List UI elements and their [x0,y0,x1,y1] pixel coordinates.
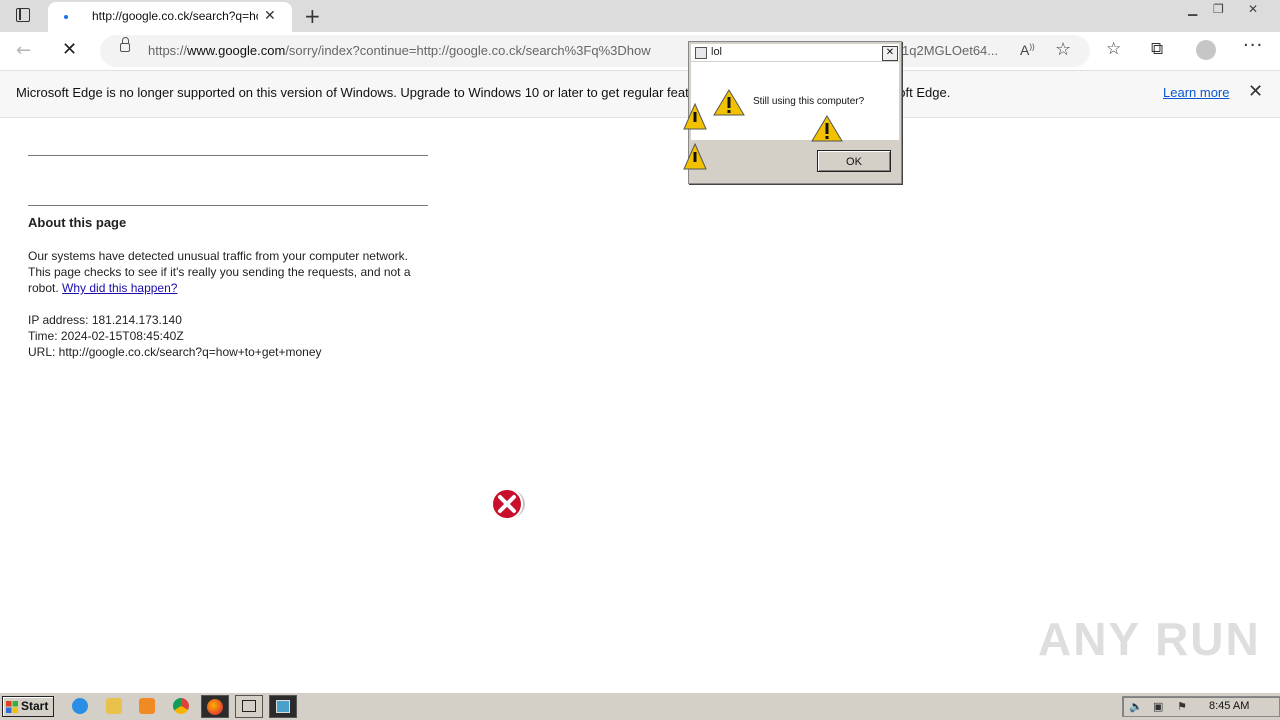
ip-address: IP address: 181.214.173.140 [28,313,182,327]
tab-title: http://google.co.ck/search?q=how+to+get+… [92,9,258,23]
infobar-message: Microsoft Edge is no longer supported on… [16,85,951,100]
dialog-title: lol [711,46,723,58]
read-aloud-icon[interactable]: A)) [1020,42,1035,58]
minimize-icon[interactable]: ▁ [1188,0,1197,18]
url-tail: 1q2MGLOet64... [902,43,999,58]
dialog-body: Still using this computer? [691,62,899,142]
unusual-traffic-paragraph: Our systems have detected unusual traffi… [28,248,428,296]
about-heading: About this page [28,215,127,230]
browser-tab[interactable]: http://google.co.ck/search?q=how+to+get+… [48,2,292,32]
collections-icon[interactable]: ⧉ [1151,39,1163,59]
volume-icon[interactable]: 🔈 [1129,700,1143,713]
network-icon[interactable]: ▣ [1153,700,1163,713]
system-tray: 🔈 ▣ ⚑ 8:45 AM [1122,696,1280,717]
back-arrow-icon[interactable]: ← [16,40,31,61]
flag-icon[interactable]: ⚑ [1177,700,1187,713]
taskbar-window-button[interactable] [235,695,263,718]
learn-more-link[interactable]: Learn more [1163,85,1229,100]
dialog-message: Still using this computer? [753,96,865,107]
ok-button[interactable]: OK [817,150,891,172]
more-menu-icon[interactable]: ··· [1243,35,1263,56]
url-scheme: https:// [148,43,188,58]
watermark-logo: ANY RUN [1038,613,1261,665]
firefox-icon [207,699,223,715]
folder-icon[interactable] [106,698,122,714]
tab-loading-icon [64,15,68,19]
url-host: www.google.com [187,43,286,58]
app-icon [695,47,707,59]
warning-icon [683,102,707,130]
warning-icon [811,115,843,142]
navigation-bar: ← ✕ https://www.google.com/sorry/index?c… [0,32,1280,71]
request-url: URL: http://google.co.ck/search?q=how+to… [28,345,322,359]
unsupported-os-infobar: Microsoft Edge is no longer supported on… [0,71,1280,118]
start-label: Start [21,699,49,713]
tab-close-icon[interactable]: ✕ [264,8,276,24]
chrome-icon[interactable] [173,698,189,714]
why-link[interactable]: Why did this happen? [62,281,177,295]
internet-explorer-icon[interactable] [72,698,88,714]
dialog-close-icon[interactable]: ✕ [882,46,898,61]
favorites-icon[interactable]: ☆ [1106,39,1121,59]
taskbar-app-button[interactable] [269,695,297,718]
divider [28,155,428,156]
dialog-title-bar[interactable]: lol ✕ [691,44,899,61]
url-path: /sorry/index?continue=http://google.co.c… [285,43,651,58]
start-button[interactable]: Start [2,696,54,717]
lock-icon[interactable] [120,37,130,52]
error-icon [491,488,525,520]
window-close-icon[interactable]: ✕ [1248,0,1258,18]
request-details: IP address: 181.214.173.140 Time: 2024-0… [28,312,448,360]
window-icon [242,700,256,712]
warning-icon [683,142,707,170]
url-text: https://www.google.com/sorry/index?conti… [148,43,651,58]
message-box-dialog: lol ✕ Still using this computer? OK [683,41,902,184]
browser-tab-bar: http://google.co.ck/search?q=how+to+get+… [0,0,1280,32]
profile-avatar[interactable] [1196,40,1216,60]
windows-logo-icon [6,701,18,713]
taskbar-firefox-button[interactable] [201,695,229,718]
app-icon [276,700,290,713]
warning-icon [713,89,745,116]
stop-loading-icon[interactable]: ✕ [62,39,77,60]
divider [28,205,428,206]
tab-actions-icon[interactable] [16,8,30,22]
taskbar: Start 🔈 ▣ ⚑ 8:45 AM [0,692,1280,720]
address-bar[interactable]: https://www.google.com/sorry/index?conti… [100,35,1090,67]
media-player-icon[interactable] [139,698,155,714]
infobar-close-icon[interactable]: ✕ [1248,81,1263,102]
new-tab-icon[interactable]: + [304,4,321,28]
add-favorite-icon[interactable]: ☆ [1055,39,1071,60]
restore-icon[interactable]: ❐ [1213,0,1224,18]
clock: 8:45 AM [1209,700,1250,712]
timestamp: Time: 2024-02-15T08:45:40Z [28,329,184,343]
